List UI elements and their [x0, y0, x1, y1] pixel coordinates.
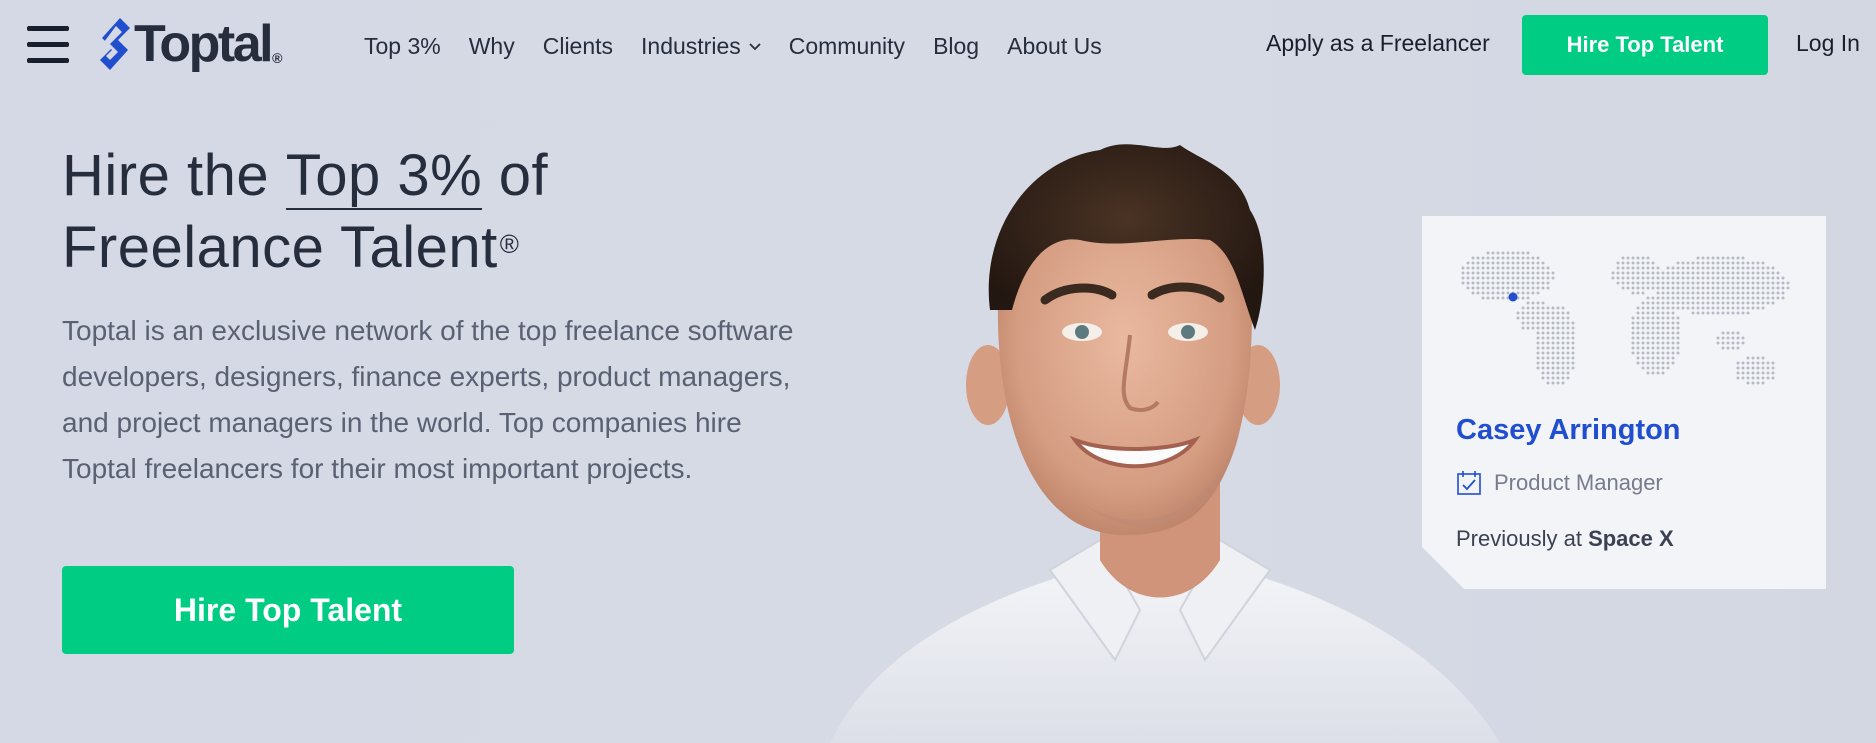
landing-page: Toptal ® Top 3% Why Clients Industries C…	[0, 0, 1876, 743]
nav-why[interactable]: Why	[469, 33, 515, 60]
logo-registered-mark: ®	[272, 50, 283, 66]
nav-community[interactable]: Community	[789, 33, 905, 60]
toptal-logo[interactable]: Toptal ®	[96, 14, 282, 74]
nav-clients[interactable]: Clients	[543, 33, 613, 60]
apply-as-freelancer-link[interactable]: Apply as a Freelancer	[1266, 30, 1490, 57]
nav-blog[interactable]: Blog	[933, 33, 979, 60]
hero-description: Toptal is an exclusive network of the to…	[62, 315, 794, 484]
world-map-icon	[1456, 246, 1792, 396]
previous-company: Space X	[1588, 526, 1674, 551]
hero-title: Hire the Top 3% of Freelance Talent®	[62, 140, 702, 284]
freelancer-role-label: Product Manager	[1494, 470, 1663, 495]
freelancer-profile-card[interactable]: Casey Arrington Product Manager Previous…	[1422, 216, 1826, 589]
freelancer-previous-employer: Previously at Space X	[1456, 526, 1674, 552]
nav-industries-label: Industries	[641, 32, 741, 59]
hero-title-part2: of	[482, 143, 549, 208]
logo-wordmark: Toptal	[134, 15, 274, 73]
main-nav: Top 3% Why Clients Industries Community …	[364, 0, 1130, 92]
freelancer-role: Product Manager	[1456, 470, 1663, 496]
login-link[interactable]: Log In	[1796, 30, 1860, 57]
hero-title-line2: Freelance Talent	[62, 215, 498, 280]
site-header: Toptal ® Top 3% Why Clients Industries C…	[0, 0, 1876, 92]
nav-industries[interactable]: Industries	[641, 33, 761, 60]
hero-title-registered-mark: ®	[499, 229, 520, 259]
calendar-check-icon	[1456, 470, 1482, 496]
nav-about-us[interactable]: About Us	[1007, 33, 1102, 60]
hire-top-talent-cta-button[interactable]: Hire Top Talent	[62, 566, 514, 654]
hamburger-menu-icon[interactable]	[27, 26, 69, 64]
hire-top-talent-header-button[interactable]: Hire Top Talent	[1522, 15, 1768, 75]
hero-title-highlight: Top 3%	[285, 140, 483, 212]
nav-top-3-percent[interactable]: Top 3%	[364, 33, 441, 60]
location-marker-icon	[1509, 293, 1518, 302]
freelancer-name: Casey Arrington	[1456, 414, 1681, 446]
hero-title-part1: Hire the	[62, 143, 286, 208]
chevron-down-icon	[749, 43, 761, 51]
freelancer-portrait-image	[830, 144, 1500, 743]
toptal-logo-icon	[100, 18, 130, 70]
previously-prefix: Previously at	[1456, 526, 1589, 551]
